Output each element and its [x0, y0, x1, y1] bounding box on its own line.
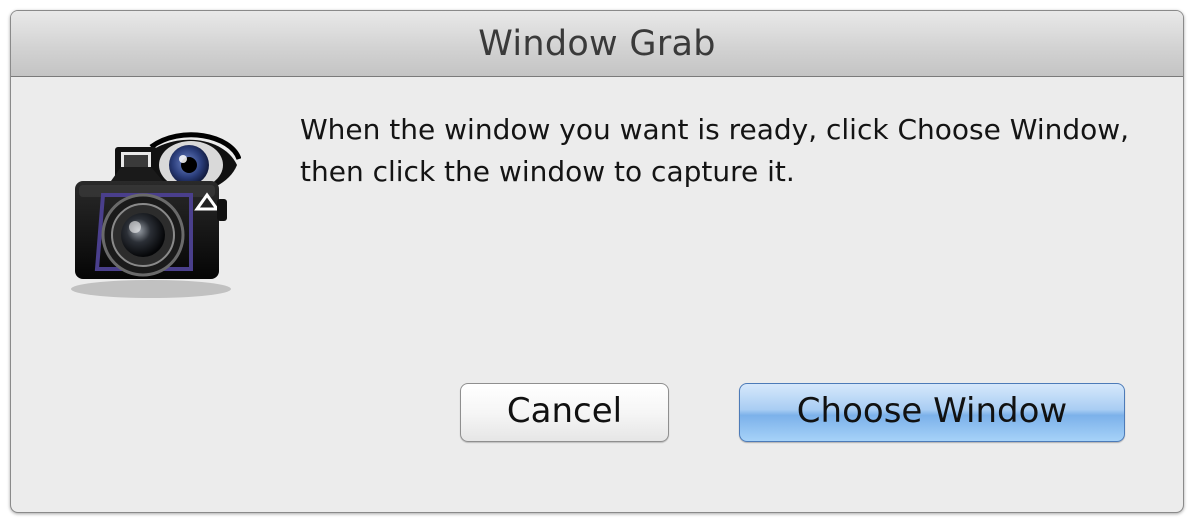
window-title: Window Grab — [478, 24, 716, 64]
dialog-body: When the window you want is ready, click… — [11, 77, 1183, 512]
choose-window-button[interactable]: Choose Window — [739, 383, 1125, 442]
camera-with-eye-icon — [51, 129, 242, 304]
cancel-button[interactable]: Cancel — [460, 383, 669, 442]
dialog-message: When the window you want is ready, click… — [300, 113, 1130, 188]
title-bar[interactable]: Window Grab — [11, 11, 1183, 77]
dialog-window: Window Grab When the window you want is … — [10, 10, 1184, 513]
